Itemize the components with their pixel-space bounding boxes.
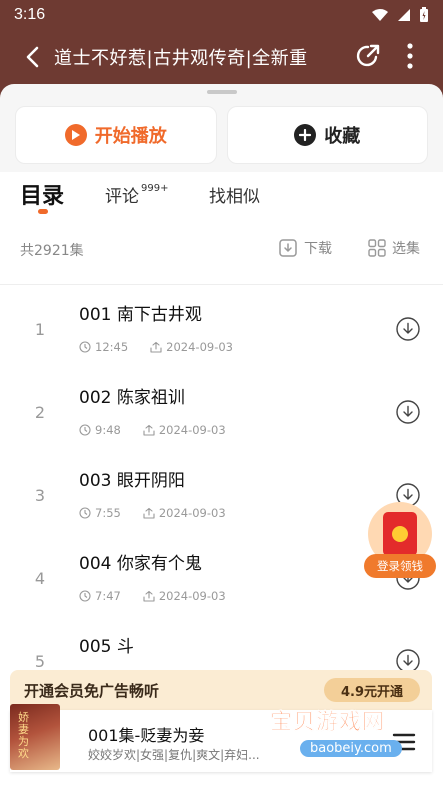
episode-meta: 12:45 2024-09-03 (79, 340, 233, 354)
start-play-label: 开始播放 (94, 126, 167, 147)
episode-duration: 7:47 (95, 589, 121, 603)
episode-date: 2024-09-03 (158, 506, 226, 520)
episode-date: 2024-09-03 (158, 589, 226, 603)
tab-comments[interactable]: 评论 999+ (105, 172, 168, 216)
now-playing-tags: 姣姣岁欢|女强|复仇|爽文|弃妇... (88, 748, 260, 762)
tab-similar[interactable]: 找相似 (209, 172, 260, 216)
start-play-button[interactable]: 开始播放 (15, 106, 217, 164)
share-icon (356, 44, 380, 67)
download-icon (279, 239, 297, 257)
status-icons (371, 7, 429, 23)
download-button[interactable]: 下载 (278, 238, 332, 258)
tab-catalog-label: 目录 (20, 184, 65, 209)
upload-icon (143, 424, 155, 436)
vip-banner[interactable]: 开通会员免广告畅听 4.9元开通 (10, 670, 432, 710)
play-icon (64, 124, 87, 146)
clock-icon (79, 590, 91, 602)
playlist-icon[interactable] (390, 728, 418, 756)
episode-date: 2024-09-03 (166, 340, 233, 354)
tab-active-indicator (38, 209, 48, 214)
episode-title: 005 斗 (79, 637, 134, 657)
login-reward-button[interactable]: 登录领钱 (364, 502, 436, 598)
download-circle-icon[interactable] (396, 317, 420, 341)
cover-title: 娇妻为欢 (18, 711, 29, 760)
tab-comments-label: 评论 (105, 186, 139, 207)
favorite-label: 收藏 (324, 126, 361, 147)
select-label: 选集 (392, 241, 420, 257)
divider (0, 284, 443, 285)
action-row: 开始播放 收藏 (15, 106, 428, 164)
download-label: 下载 (304, 241, 332, 257)
episode-duration: 7:55 (95, 506, 121, 520)
status-time: 3:16 (14, 6, 46, 23)
page-title: 道士不好惹|古井观传奇|全新重 (54, 48, 308, 69)
reward-label: 登录领钱 (364, 554, 436, 578)
album-cover[interactable]: 娇妻为欢 (10, 704, 60, 770)
comments-count-badge: 999+ (141, 182, 169, 194)
more-vertical-icon (407, 43, 413, 69)
now-playing-title: 001集-贬妻为妾 (88, 726, 205, 745)
status-bar: 3:16 (0, 0, 443, 30)
wifi-icon (372, 9, 388, 21)
episode-index: 3 (34, 486, 46, 505)
back-button[interactable] (10, 35, 54, 79)
episode-title: 001 南下古井观 (79, 305, 202, 325)
more-button[interactable] (392, 36, 428, 76)
favorite-button[interactable]: 收藏 (226, 106, 428, 164)
episode-duration: 12:45 (95, 340, 129, 354)
episode-row[interactable]: 2 002 陈家祖训 9:48 2024-09-03 (0, 369, 443, 452)
episode-title: 002 陈家祖训 (79, 388, 185, 408)
vip-banner-text: 开通会员免广告畅听 (24, 681, 160, 700)
episode-title: 004 你家有个鬼 (79, 554, 202, 574)
episode-row[interactable]: 1 001 南下古井观 12:45 2024-09-03 (0, 286, 443, 369)
episode-meta: 7:47 2024-09-03 (79, 589, 226, 603)
episode-index: 1 (34, 320, 46, 339)
episode-index: 4 (34, 569, 46, 588)
episode-duration: 9:48 (95, 423, 121, 437)
episode-meta: 9:48 2024-09-03 (79, 423, 226, 437)
upload-icon (150, 341, 162, 353)
battery-icon (420, 7, 428, 22)
plus-icon (294, 124, 317, 146)
app-header: 道士不好惹|古井观传奇|全新重 (0, 30, 443, 84)
clock-icon (79, 424, 91, 436)
upload-icon (143, 590, 155, 602)
episode-meta: 7:55 2024-09-03 (79, 506, 226, 520)
list-header: 共2921集 下载 选集 (0, 216, 443, 284)
select-episodes-button[interactable]: 选集 (368, 238, 420, 258)
clock-icon (79, 507, 91, 519)
tab-similar-label: 找相似 (209, 186, 260, 207)
signal-icon (398, 9, 410, 21)
share-button[interactable] (348, 36, 388, 76)
clock-icon (79, 341, 91, 353)
tab-bar: 目录 评论 999+ 找相似 (0, 172, 443, 216)
detail-sheet: 开始播放 收藏 目录 评论 999+ 找相似 共2921集 下载 选集 1 00… (0, 84, 443, 788)
episode-index: 2 (34, 403, 46, 422)
episode-index: 5 (34, 652, 46, 671)
tab-catalog[interactable]: 目录 (20, 172, 64, 216)
back-arrow-icon (26, 46, 39, 68)
episode-date: 2024-09-03 (158, 423, 226, 437)
mini-player[interactable]: 娇妻为欢 001集-贬妻为妾 姣姣岁欢|女强|复仇|爽文|弃妇... (10, 704, 432, 772)
vip-open-button[interactable]: 4.9元开通 (324, 678, 420, 702)
episode-title: 003 眼开阴阳 (79, 471, 185, 491)
grid-icon (368, 239, 386, 257)
episode-count: 共2921集 (20, 243, 84, 259)
download-circle-icon[interactable] (396, 400, 420, 424)
upload-icon (143, 507, 155, 519)
sheet-grabber[interactable] (207, 90, 237, 94)
